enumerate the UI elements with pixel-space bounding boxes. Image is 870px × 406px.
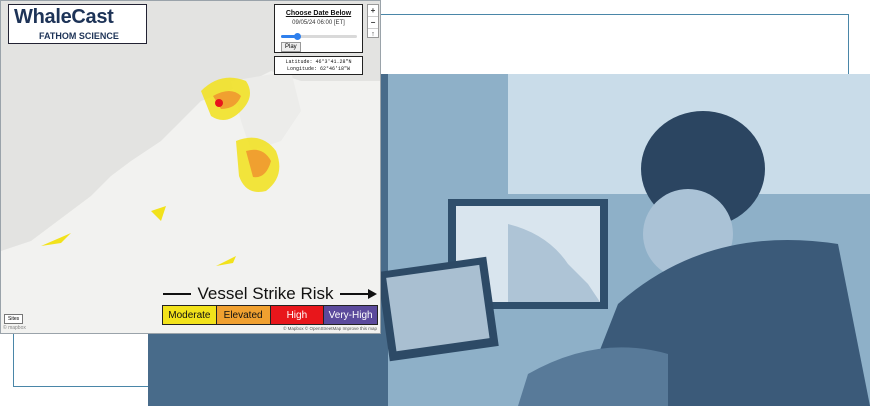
legend-moderate: Moderate — [163, 306, 217, 324]
latitude-readout: Latitude: 46°3'41.28"N — [285, 59, 352, 65]
zoom-in-button[interactable]: + — [368, 5, 378, 17]
date-slider[interactable] — [281, 32, 357, 40]
whalecast-logo: WhaleCast FATHOM SCIENCE — [8, 4, 147, 44]
legend-line — [163, 293, 192, 295]
sites-button[interactable]: Sites — [4, 314, 24, 324]
mapbox-logo: © mapbox — [3, 325, 26, 331]
map-attribution[interactable]: © Mapbox © OpenStreetMap Improve this ma… — [283, 326, 377, 331]
logo-subtitle: FATHOM SCIENCE — [39, 31, 119, 41]
legend-elevated: Elevated — [216, 306, 271, 324]
date-picker-panel: Choose Date Below 09/05/24 06:00 [ET] Pl… — [274, 4, 363, 53]
longitude-readout: Longitude: 62°46'18"W — [286, 65, 350, 72]
legend-line — [339, 293, 369, 295]
legend-high: High — [270, 306, 325, 324]
whale-risk-map[interactable]: WhaleCast FATHOM SCIENCE Choose Date Bel… — [0, 0, 381, 334]
date-slider-handle[interactable] — [294, 32, 302, 40]
legend-very-high: Very-High — [324, 306, 377, 324]
selected-date: 09/05/24 06:00 [ET] — [292, 20, 345, 26]
arrow-right-icon — [368, 289, 378, 299]
date-panel-heading: Choose Date Below — [285, 10, 352, 17]
logo-title: WhaleCast — [14, 6, 114, 28]
zoom-control: + − ↑ — [367, 4, 379, 38]
play-button[interactable]: Play — [281, 42, 301, 52]
reset-north-button[interactable]: ↑ — [368, 29, 378, 40]
zoom-out-button[interactable]: − — [368, 17, 378, 29]
risk-legend: Moderate Elevated High Very-High — [162, 305, 378, 325]
legend-heading: Vessel Strike Risk — [163, 284, 378, 304]
coordinates-readout: Latitude: 46°3'41.28"N Longitude: 62°46'… — [274, 56, 363, 75]
legend-title-text: Vessel Strike Risk — [197, 284, 334, 303]
